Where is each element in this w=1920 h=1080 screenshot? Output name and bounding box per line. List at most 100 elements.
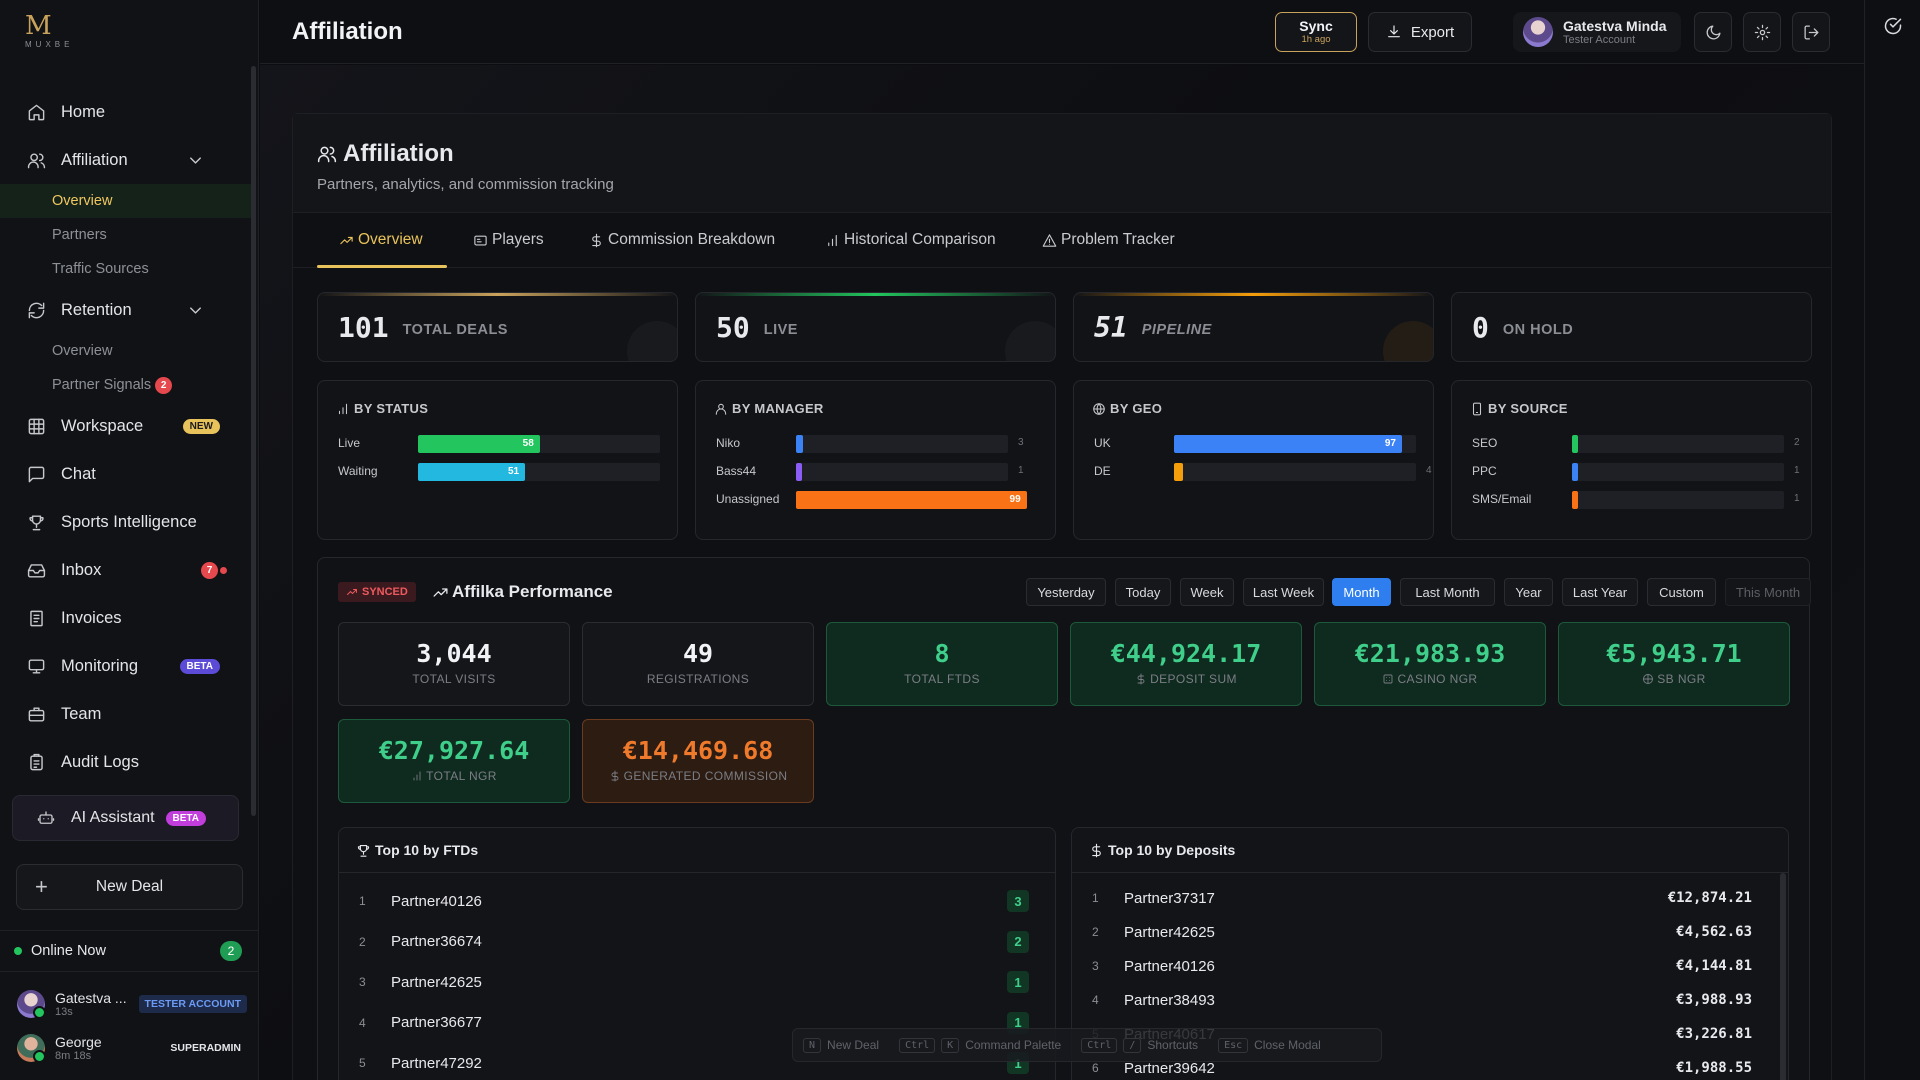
- sidebar-subitem-retention-overview[interactable]: Overview: [0, 334, 252, 368]
- shortcut-key: N: [803, 1037, 822, 1053]
- online-user-row[interactable]: Gatestva ... 13s TESTER ACCOUNT: [17, 987, 247, 1021]
- breakdown-track: 99: [796, 491, 1027, 509]
- breakdown-row[interactable]: SEO 2: [1472, 433, 1802, 453]
- tab-overview[interactable]: Overview: [317, 213, 447, 268]
- sidebar-subitem-partners[interactable]: Partners: [0, 218, 252, 252]
- tab-commission-breakdown[interactable]: Commission Breakdown: [589, 213, 775, 267]
- filter-this-month[interactable]: This Month: [1725, 578, 1811, 606]
- chevron-down-icon[interactable]: [186, 301, 205, 320]
- check-circle-icon[interactable]: [1883, 16, 1903, 36]
- filter-today[interactable]: Today: [1115, 578, 1171, 606]
- sidebar-item-label: Invoices: [61, 608, 122, 627]
- list-scrollbar[interactable]: [1780, 873, 1786, 1080]
- breakdown-track: [1572, 435, 1784, 453]
- breakdown-row[interactable]: SMS/Email 1: [1472, 489, 1802, 509]
- sync-button[interactable]: Sync 1h ago: [1275, 12, 1357, 52]
- tab-historical-comparison[interactable]: Historical Comparison: [825, 213, 996, 267]
- online-now-label: Online Now: [31, 943, 106, 959]
- table-row[interactable]: 3 Partner40126 €4,144.81: [1092, 951, 1762, 981]
- table-row[interactable]: 2 Partner36674 2: [359, 927, 1029, 957]
- beta-badge: BETA: [179, 658, 220, 674]
- clipboard-icon: [30, 753, 43, 770]
- filter-yesterday[interactable]: Yesterday: [1026, 578, 1106, 606]
- table-row[interactable]: 3 Partner42625 1: [359, 967, 1029, 997]
- online-now-header[interactable]: Online Now 2: [0, 930, 259, 972]
- breakdown-row[interactable]: Bass44 1: [716, 461, 1046, 481]
- filter-last-week[interactable]: Last Week: [1243, 578, 1324, 606]
- sidebar-item-chat[interactable]: Chat: [0, 450, 252, 498]
- sidebar-subitem-label: Traffic Sources: [52, 261, 149, 277]
- role-badge: TESTER ACCOUNT: [138, 995, 247, 1013]
- breakdown-fill: [796, 435, 803, 453]
- logout-button[interactable]: [1792, 12, 1830, 52]
- grid-icon: [28, 418, 45, 434]
- avatar: [1523, 17, 1553, 47]
- sidebar-subitem-affiliation-overview[interactable]: Overview: [0, 184, 252, 218]
- theme-toggle-button[interactable]: [1694, 12, 1732, 52]
- sidebar-item-invoices[interactable]: Invoices: [0, 594, 252, 642]
- filter-month[interactable]: Month: [1332, 578, 1391, 606]
- metric-value: 3,044: [416, 639, 492, 668]
- logo[interactable]: M MUXBE: [0, 0, 258, 64]
- briefcase-icon: [28, 706, 45, 722]
- breakdown-row[interactable]: Live 58: [338, 433, 668, 453]
- sidebar-item-monitoring[interactable]: Monitoring BETA: [0, 642, 252, 690]
- tab-players[interactable]: Players: [473, 213, 544, 267]
- tab-problem-tracker[interactable]: Problem Tracker: [1042, 213, 1175, 267]
- user-menu[interactable]: Gatestva Minda Tester Account: [1513, 12, 1681, 52]
- breakdown-row[interactable]: DE 4: [1094, 461, 1432, 481]
- partner-name: Partner36674: [391, 933, 482, 950]
- export-button[interactable]: Export: [1368, 12, 1472, 52]
- shortcut-key: K: [941, 1037, 960, 1053]
- card-title-text: BY SOURCE: [1488, 401, 1568, 416]
- inbox-count-badge: 7: [201, 561, 218, 579]
- table-row[interactable]: 1 Partner37317 €12,874.21: [1092, 883, 1762, 913]
- filter-week[interactable]: Week: [1180, 578, 1234, 606]
- stat-live[interactable]: 50 LIVE: [695, 292, 1056, 362]
- sidebar-subitem-traffic-sources[interactable]: Traffic Sources: [0, 252, 252, 286]
- filter-last-month[interactable]: Last Month: [1400, 578, 1495, 606]
- sidebar-item-affiliation[interactable]: Affiliation: [0, 136, 252, 184]
- metric-deposit-sum: €44,924.17 DEPOSIT SUM: [1070, 622, 1302, 706]
- breakdown-row[interactable]: Unassigned 99: [716, 489, 1046, 509]
- metric-value: 8: [934, 639, 950, 668]
- sidebar-scrollbar[interactable]: [251, 66, 256, 816]
- breakdown-row[interactable]: UK 97: [1094, 433, 1424, 453]
- sidebar-item-home[interactable]: Home: [0, 88, 252, 136]
- logo-wordmark: MUXBE: [25, 40, 74, 49]
- ai-assistant-button[interactable]: AI Assistant BETA: [12, 795, 239, 841]
- breakdown-track: [796, 463, 1008, 481]
- shortcut-label: Shortcuts: [1147, 1038, 1199, 1052]
- breakdown-row[interactable]: Niko 3: [716, 433, 1046, 453]
- stat-on-hold[interactable]: 0 ON HOLD: [1451, 292, 1812, 362]
- filter-custom[interactable]: Custom: [1647, 578, 1716, 606]
- breakdown-value: 97: [1384, 438, 1396, 449]
- table-row[interactable]: 4 Partner38493 €3,988.93: [1092, 985, 1762, 1015]
- online-user-row[interactable]: George 8m 18s SUPERADMIN: [17, 1031, 247, 1065]
- decorative-circle: [1383, 321, 1433, 361]
- metric-total-visits: 3,044 TOTAL VISITS: [338, 622, 570, 706]
- metric-label: DEPOSIT SUM: [1071, 672, 1301, 686]
- sidebar-item-inbox[interactable]: Inbox 7: [0, 546, 252, 594]
- new-deal-label: New Deal: [95, 878, 164, 895]
- filter-year[interactable]: Year: [1504, 578, 1553, 606]
- breakdown-row[interactable]: PPC 1: [1472, 461, 1802, 481]
- sidebar-item-audit-logs[interactable]: Audit Logs: [0, 738, 252, 786]
- sidebar-item-sports-intelligence[interactable]: Sports Intelligence: [0, 498, 252, 546]
- sidebar-item-retention[interactable]: Retention: [0, 286, 252, 334]
- table-row[interactable]: 1 Partner40126 3: [359, 886, 1029, 916]
- sidebar-subitem-partner-signals[interactable]: Partner Signals 2: [0, 368, 252, 402]
- new-deal-button[interactable]: + New Deal: [16, 864, 243, 910]
- filter-last-year[interactable]: Last Year: [1562, 578, 1638, 606]
- by-status-card: BY STATUS Live 58 Waiting 51: [317, 380, 678, 540]
- ftd-count-badge: 2: [1007, 930, 1029, 953]
- settings-button[interactable]: [1743, 12, 1781, 52]
- breakdown-row[interactable]: Waiting 51: [338, 461, 668, 481]
- stat-pipeline[interactable]: 51 PIPELINE: [1073, 292, 1434, 362]
- sidebar-item-team[interactable]: Team: [0, 690, 252, 738]
- breakdown-label: SEO: [1472, 436, 1498, 450]
- table-row[interactable]: 2 Partner42625 €4,562.63: [1092, 917, 1762, 947]
- sidebar-item-workspace[interactable]: Workspace NEW: [0, 402, 252, 450]
- stat-total-deals[interactable]: 101 TOTAL DEALS: [317, 292, 678, 362]
- chevron-down-icon[interactable]: [186, 151, 205, 170]
